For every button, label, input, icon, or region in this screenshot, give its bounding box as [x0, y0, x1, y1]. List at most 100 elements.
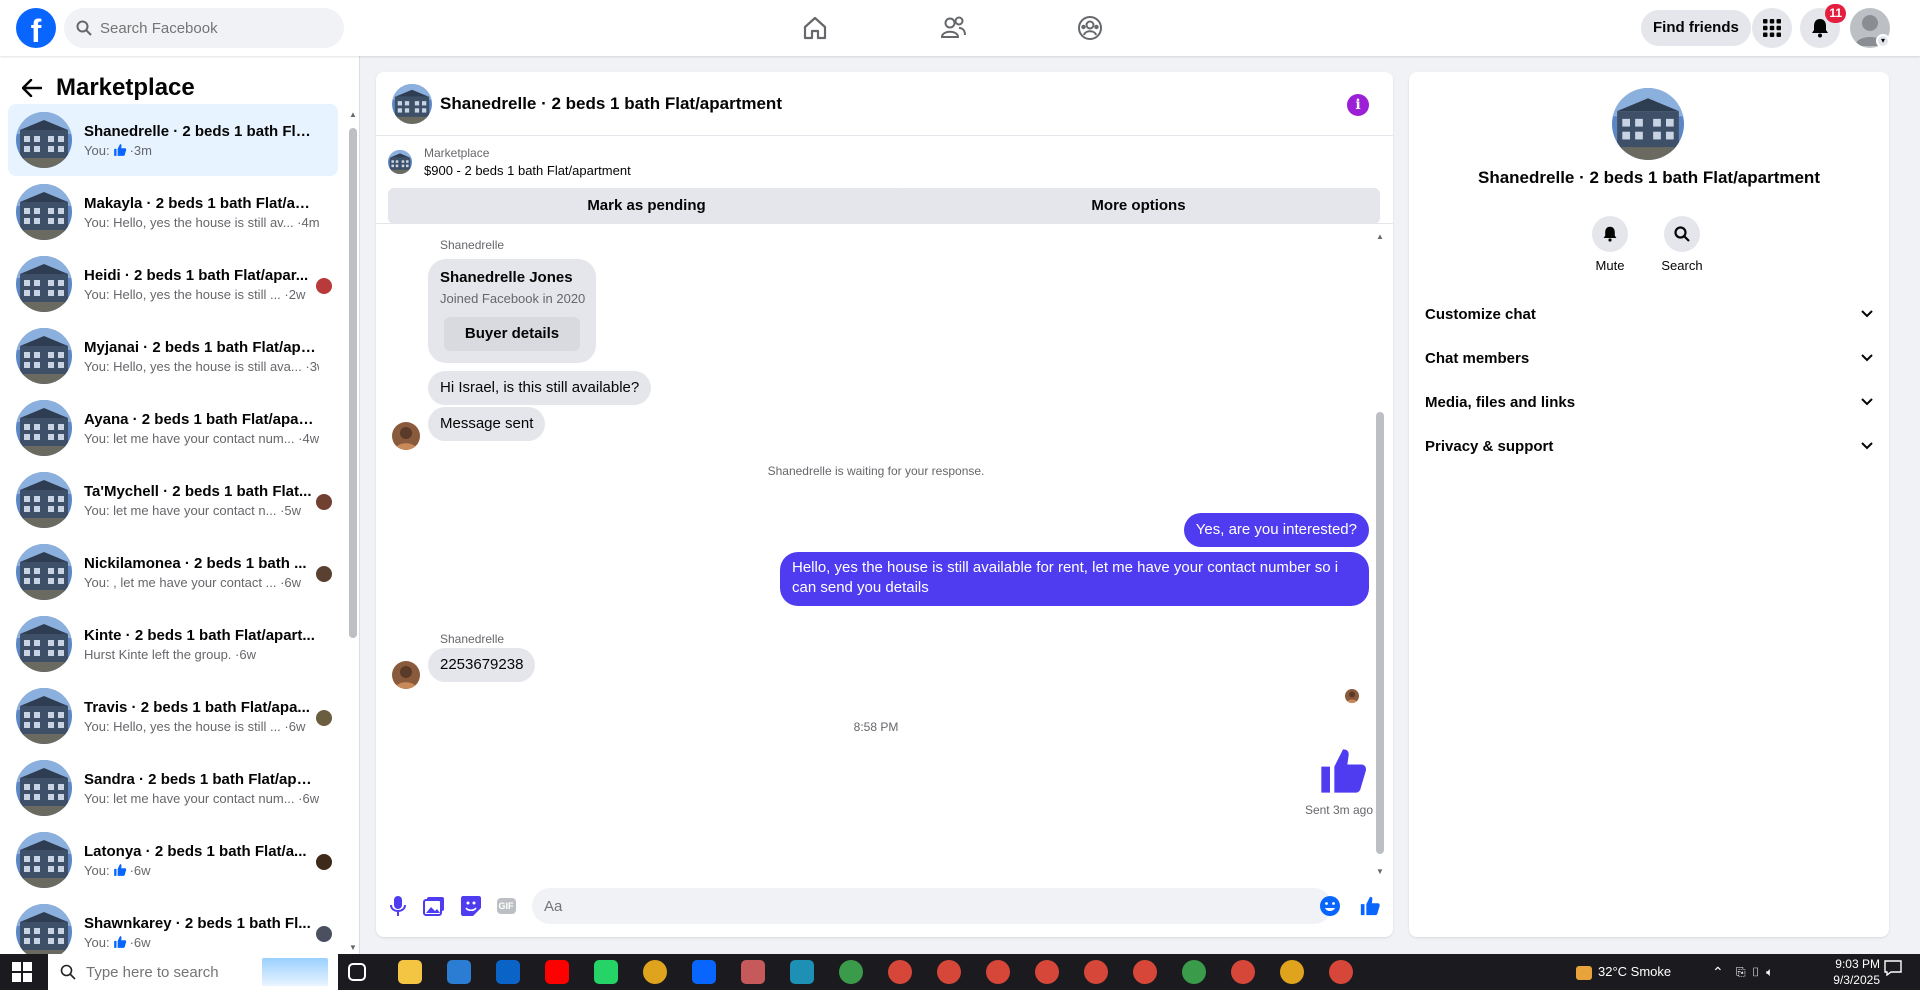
conversation-item[interactable]: Sandra · 2 beds 1 bath Flat/apart... You:… [8, 752, 338, 824]
gif-icon[interactable]: GIF [494, 894, 518, 918]
conversation-avatar [16, 832, 72, 888]
like-icon[interactable] [1358, 894, 1382, 918]
search-input[interactable] [100, 19, 320, 37]
groups-nav-icon[interactable] [1074, 12, 1106, 44]
mark-as-pending-button[interactable]: Mark as pending [388, 188, 905, 224]
photo-icon[interactable] [422, 894, 446, 918]
listing-avatar[interactable] [1612, 88, 1684, 160]
chrome-icon[interactable] [1280, 960, 1304, 984]
chrome-icon[interactable] [839, 960, 863, 984]
info-icon[interactable]: i [1347, 94, 1369, 116]
chat-title[interactable]: Shanedrelle · 2 beds 1 bath Flat/apartme… [440, 94, 782, 114]
notification-center-icon[interactable] [1884, 954, 1902, 990]
back-arrow-icon[interactable] [16, 72, 48, 104]
search-box[interactable] [64, 8, 344, 48]
privacy-support-row[interactable]: Privacy & support [1425, 428, 1873, 464]
conversation-item[interactable]: Latonya · 2 beds 1 bath Flat/a... You: ·6w [8, 824, 338, 896]
outgoing-message[interactable]: Hello, yes the house is still available … [780, 552, 1369, 606]
taskbar-search[interactable] [48, 954, 338, 990]
chevron-down-icon[interactable]: ▾ [1876, 34, 1890, 48]
home-nav-icon[interactable] [799, 12, 831, 44]
friends-nav-icon[interactable] [937, 12, 969, 44]
tray-icons[interactable]: ⎘ ⌷ 🔈︎ [1736, 954, 1773, 990]
chrome-icon[interactable] [1035, 960, 1059, 984]
buyer-card: Shanedrelle Jones Joined Facebook in 202… [428, 259, 596, 363]
conversation-item[interactable]: Kinte · 2 beds 1 bath Flat/apart... Hurst… [8, 608, 338, 680]
emoji-icon[interactable] [1318, 894, 1342, 918]
search-icon [60, 964, 76, 980]
system-clock[interactable]: 9:03 PM 9/3/2025 [1820, 956, 1880, 988]
find-friends-button[interactable]: Find friends [1641, 10, 1751, 46]
bell-icon [1812, 19, 1828, 38]
chat-scrollbar[interactable]: ▲ ▼ [1375, 232, 1385, 876]
file-explorer-icon[interactable] [398, 960, 422, 984]
chrome-icon[interactable] [643, 960, 667, 984]
conversation-avatar [16, 688, 72, 744]
chat-avatar[interactable] [392, 83, 432, 124]
microsoft-store-icon[interactable] [447, 960, 471, 984]
large-like-icon[interactable] [1317, 745, 1369, 801]
conversation-preview: You: ·6w [84, 862, 151, 878]
seen-avatar [316, 710, 332, 726]
conversation-preview: You: Hello, yes the house is still av...… [84, 214, 319, 230]
outlook-icon[interactable] [496, 960, 520, 984]
youtube-icon[interactable] [545, 960, 569, 984]
conversation-item[interactable]: Myjanai · 2 beds 1 bath Flat/apa... You: … [8, 320, 338, 392]
conversation-item[interactable]: Nickilamonea · 2 beds 1 bath ... You: , l… [8, 536, 338, 608]
conversation-item[interactable]: Heidi · 2 beds 1 bath Flat/apar... You: H… [8, 248, 338, 320]
sender-avatar[interactable] [392, 661, 420, 689]
sidebar-scrollbar[interactable]: ▲ ▼ [349, 106, 357, 952]
tray-chevron-up-icon[interactable]: ⌃ [1712, 954, 1724, 990]
conversation-name: Makayla · 2 beds 1 bath Flat/apa... [84, 194, 319, 212]
like-icon [110, 863, 130, 878]
app-icon[interactable] [741, 960, 765, 984]
listing-thumbnail[interactable] [388, 150, 412, 174]
facebook-logo[interactable]: f [16, 8, 56, 48]
incoming-message[interactable]: Hi Israel, is this still available? [428, 371, 652, 405]
seen-avatar [316, 854, 332, 870]
chrome-icon[interactable] [1231, 960, 1255, 984]
chrome-icon[interactable] [1182, 960, 1206, 984]
chat-members-row[interactable]: Chat members [1425, 340, 1873, 376]
scrollbar-thumb[interactable] [1376, 412, 1384, 854]
mute-button[interactable]: Mute [1580, 216, 1640, 273]
chrome-icon[interactable] [1133, 960, 1157, 984]
whatsapp-icon[interactable] [594, 960, 618, 984]
chrome-icon[interactable] [937, 960, 961, 984]
customize-chat-row[interactable]: Customize chat [1425, 296, 1873, 332]
edge-icon[interactable] [790, 960, 814, 984]
facebook-app-icon[interactable] [692, 960, 716, 984]
scrollbar-thumb[interactable] [349, 128, 357, 638]
message-input[interactable] [532, 888, 1332, 924]
chevron-down-icon [1861, 398, 1873, 406]
weather-widget[interactable]: 32°C Smoke [1576, 954, 1671, 990]
listing-price[interactable]: $900 - 2 beds 1 bath Flat/apartment [424, 163, 631, 178]
notifications-button[interactable]: 11 [1800, 4, 1846, 48]
incoming-message[interactable]: 2253679238 [428, 648, 536, 682]
chrome-icon[interactable] [986, 960, 1010, 984]
chrome-icon[interactable] [888, 960, 912, 984]
chrome-icon[interactable] [1084, 960, 1108, 984]
conversation-item[interactable]: Ta'Mychell · 2 beds 1 bath Flat... You: l… [8, 464, 338, 536]
media-files-links-row[interactable]: Media, files and links [1425, 384, 1873, 420]
taskbar-search-input[interactable] [86, 963, 246, 981]
incoming-message[interactable]: Message sent [428, 407, 546, 441]
more-options-button[interactable]: More options [897, 188, 1380, 224]
task-view-icon[interactable] [348, 963, 366, 981]
sender-avatar[interactable] [392, 422, 420, 450]
search-in-chat-button[interactable]: Search [1652, 216, 1712, 273]
conversation-item[interactable]: Ayana · 2 beds 1 bath Flat/apart... You: … [8, 392, 338, 464]
conversation-item[interactable]: Shanedrelle · 2 beds 1 bath Flat/... You:… [8, 104, 338, 176]
conversation-item[interactable]: Travis · 2 beds 1 bath Flat/apa... You: H… [8, 680, 338, 752]
sticker-icon[interactable] [459, 894, 483, 918]
microphone-icon[interactable] [386, 894, 410, 918]
conversation-time: 6w [302, 790, 319, 806]
outgoing-message[interactable]: Yes, are you interested? [1183, 513, 1369, 547]
chrome-icon[interactable] [1329, 960, 1353, 984]
menu-button[interactable] [1752, 8, 1792, 48]
buyer-details-button[interactable]: Buyer details [444, 317, 580, 351]
windows-start-icon[interactable] [12, 962, 32, 982]
conversation-name: Kinte · 2 beds 1 bath Flat/apart... [84, 626, 315, 644]
conversation-time: 2w [288, 286, 306, 302]
conversation-item[interactable]: Makayla · 2 beds 1 bath Flat/apa... You: … [8, 176, 338, 248]
